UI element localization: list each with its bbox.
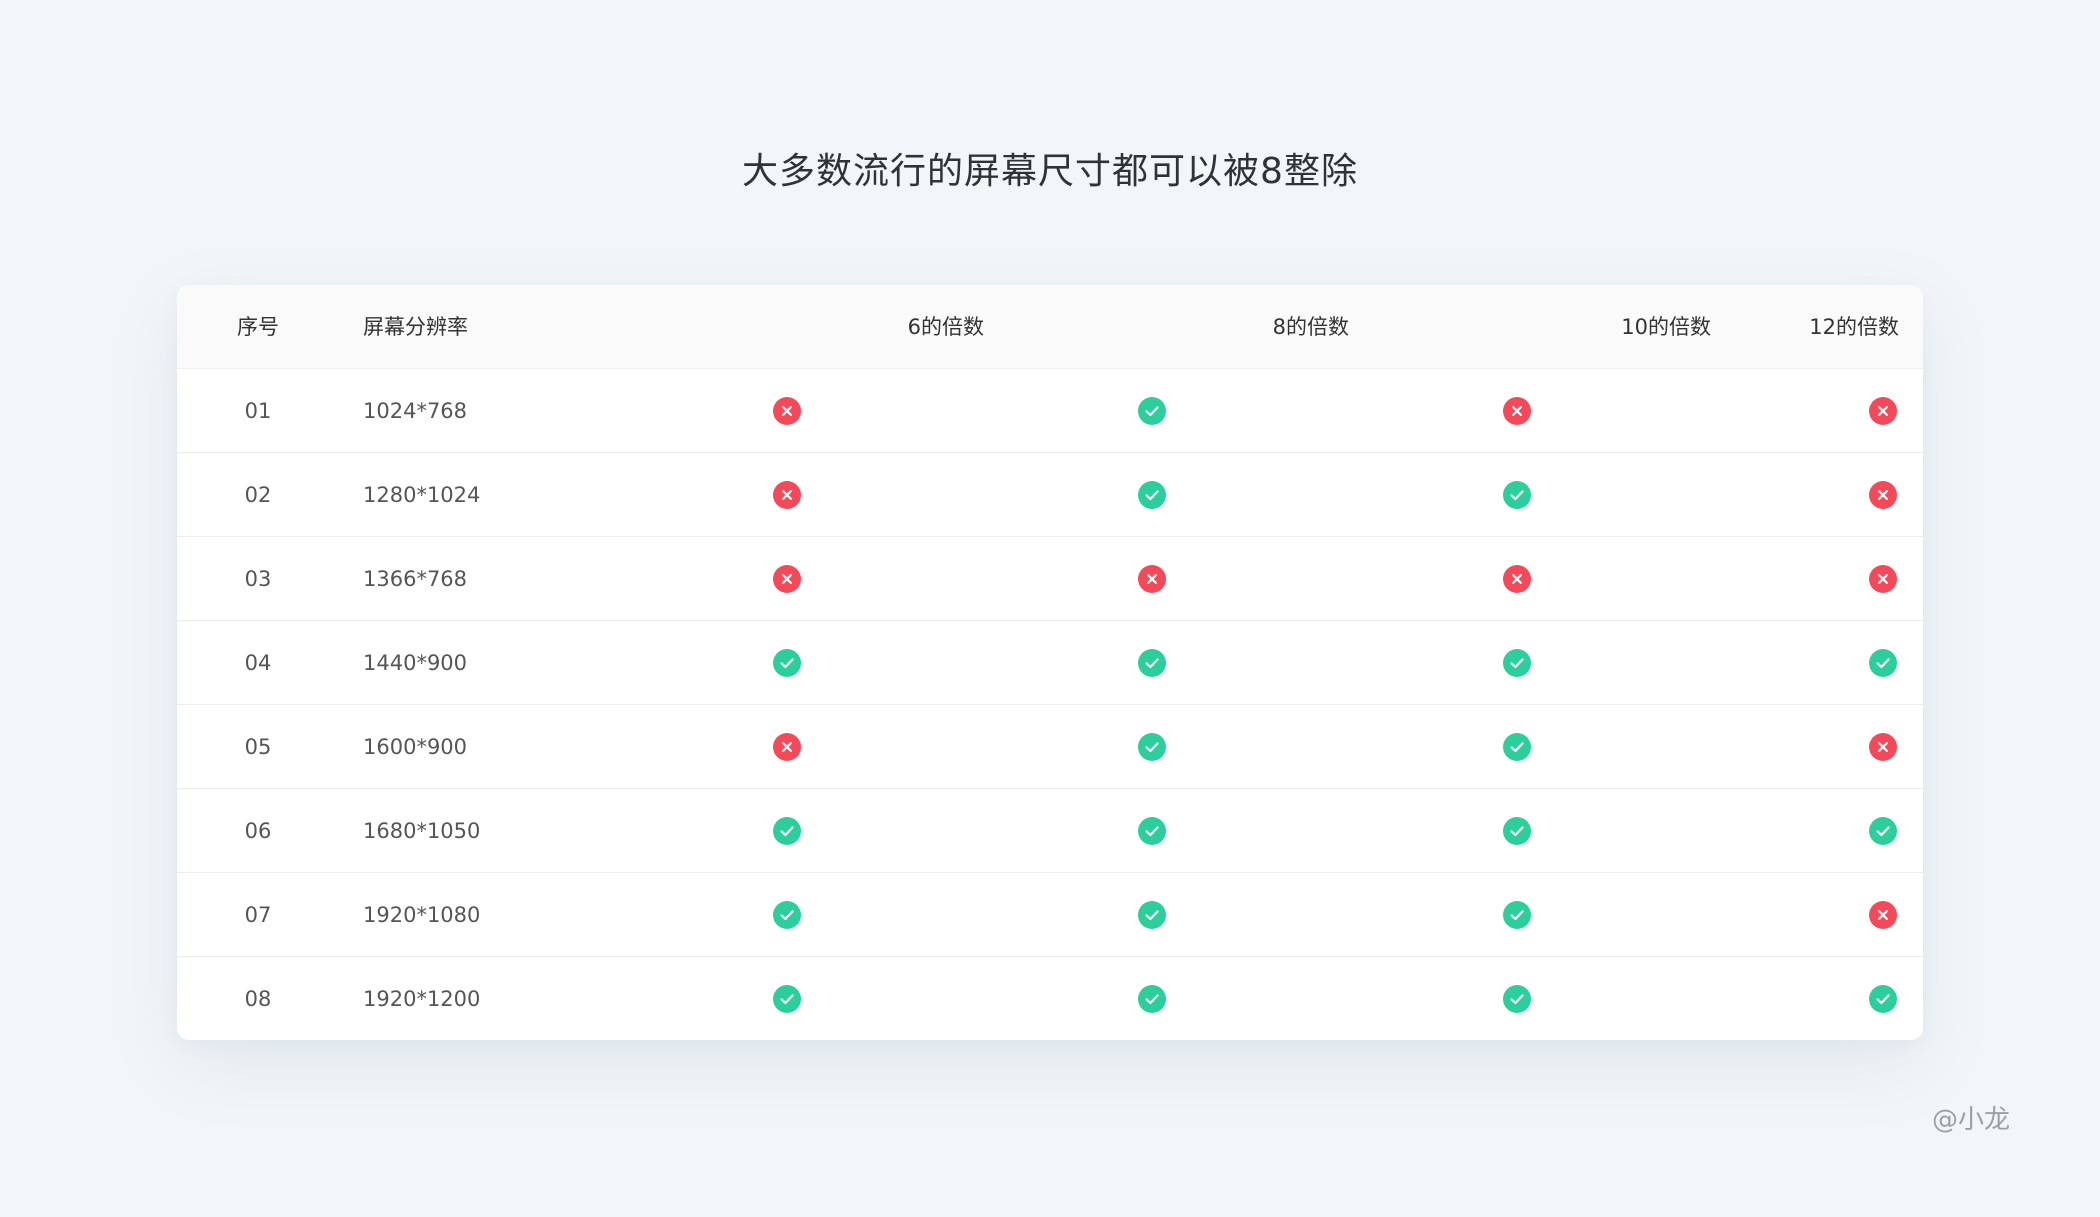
row-index: 07 [244, 903, 272, 927]
check-circle-icon [1869, 817, 1897, 845]
cross-circle-icon [1138, 565, 1166, 593]
check-circle-icon [1138, 397, 1166, 425]
cross-circle-icon [1869, 397, 1897, 425]
row-resolution: 1366*768 [363, 567, 468, 591]
cross-circle-icon [1869, 565, 1897, 593]
cross-circle-icon [1869, 901, 1897, 929]
check-circle-icon [1138, 733, 1166, 761]
table-row: 04 1440*900 [177, 621, 1923, 705]
page-title: 大多数流行的屏幕尺寸都可以被8整除 [742, 151, 1358, 192]
check-circle-icon [1869, 649, 1897, 677]
row-index: 05 [244, 735, 272, 759]
table-row: 05 1600*900 [177, 705, 1923, 789]
row-index: 01 [244, 399, 272, 423]
cross-circle-icon [773, 481, 801, 509]
check-circle-icon [773, 985, 801, 1013]
check-circle-icon [1503, 985, 1531, 1013]
check-circle-icon [1138, 481, 1166, 509]
header-resolution: 屏幕分辨率 [363, 315, 468, 339]
row-resolution: 1680*1050 [363, 819, 481, 843]
table-body: 01 1024*768 02 1280*1024 03 1366*768 04 1440*90… [177, 369, 1923, 1040]
cross-circle-icon [773, 565, 801, 593]
check-circle-icon [773, 649, 801, 677]
table-row: 08 1920*1200 [177, 957, 1923, 1040]
row-resolution: 1920*1200 [363, 987, 481, 1011]
check-circle-icon [773, 817, 801, 845]
resolution-table: 序号 屏幕分辨率 6的倍数 8的倍数 10的倍数 12的倍数 01 1024*76… [177, 285, 1923, 1040]
cross-circle-icon [773, 733, 801, 761]
check-circle-icon [1503, 817, 1531, 845]
check-circle-icon [1138, 901, 1166, 929]
header-multiple-of-6: 6的倍数 [907, 315, 984, 339]
check-circle-icon [1138, 817, 1166, 845]
header-multiple-of-8: 8的倍数 [1272, 315, 1349, 339]
check-circle-icon [773, 901, 801, 929]
row-resolution: 1280*1024 [363, 483, 481, 507]
author-watermark: @小龙 [1931, 1105, 2010, 1135]
table-header-row: 序号 屏幕分辨率 6的倍数 8的倍数 10的倍数 12的倍数 [177, 285, 1923, 369]
row-resolution: 1440*900 [363, 651, 468, 675]
table-row: 01 1024*768 [177, 369, 1923, 453]
row-index: 03 [244, 567, 272, 591]
row-index: 06 [244, 819, 272, 843]
check-circle-icon [1503, 901, 1531, 929]
check-circle-icon [1869, 985, 1897, 1013]
cross-circle-icon [1869, 733, 1897, 761]
table-row: 02 1280*1024 [177, 453, 1923, 537]
row-resolution: 1920*1080 [363, 903, 481, 927]
check-circle-icon [1503, 481, 1531, 509]
row-resolution: 1600*900 [363, 735, 468, 759]
check-circle-icon [1138, 985, 1166, 1013]
cross-circle-icon [1503, 397, 1531, 425]
row-index: 02 [244, 483, 272, 507]
row-resolution: 1024*768 [363, 399, 468, 423]
cross-circle-icon [1869, 481, 1897, 509]
check-circle-icon [1503, 649, 1531, 677]
check-circle-icon [1138, 649, 1166, 677]
check-circle-icon [1503, 733, 1531, 761]
table-row: 03 1366*768 [177, 537, 1923, 621]
row-index: 04 [244, 651, 272, 675]
header-multiple-of-12: 12的倍数 [1809, 315, 1899, 339]
cross-circle-icon [1503, 565, 1531, 593]
cross-circle-icon [773, 397, 801, 425]
row-index: 08 [244, 987, 272, 1011]
table-row: 06 1680*1050 [177, 789, 1923, 873]
table-row: 07 1920*1080 [177, 873, 1923, 957]
header-index: 序号 [237, 315, 279, 339]
